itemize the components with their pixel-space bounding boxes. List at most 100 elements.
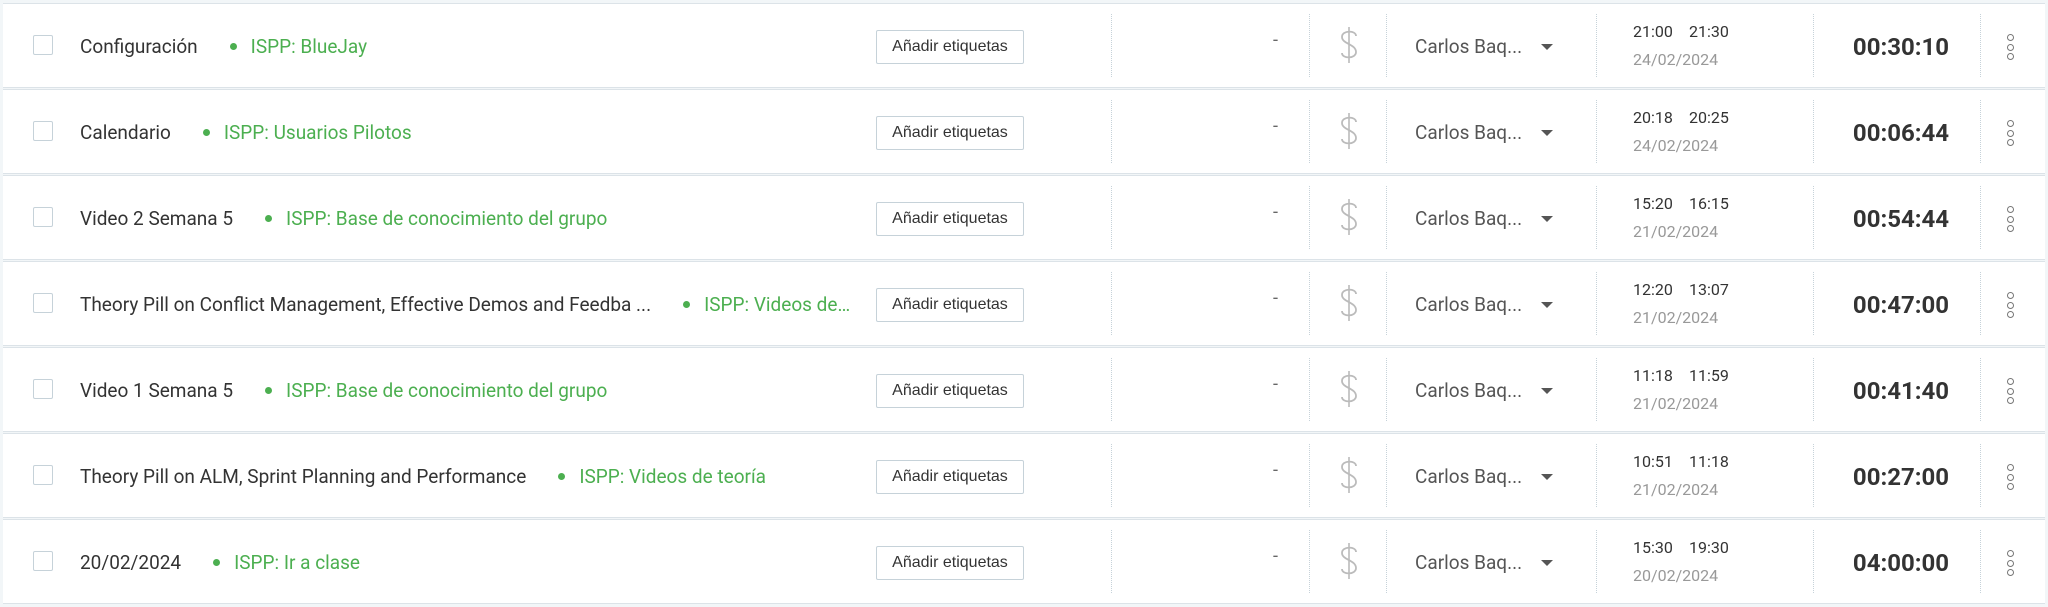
project-label[interactable]: ISPP: BlueJay: [229, 35, 368, 58]
duration[interactable]: 00:47:00: [1851, 262, 1951, 347]
duration[interactable]: 00:41:40: [1851, 348, 1951, 433]
more-options-icon[interactable]: [2003, 203, 2017, 235]
user-dropdown[interactable]: Carlos Baq...: [1415, 520, 1554, 605]
add-tags-button[interactable]: Añadir etiquetas: [876, 374, 1024, 408]
select-checkbox[interactable]: [33, 207, 53, 227]
duration[interactable]: 00:27:00: [1851, 434, 1951, 519]
divider: [1980, 272, 1981, 335]
duration[interactable]: 00:54:44: [1851, 176, 1951, 261]
project-label[interactable]: ISPP: Usuarios Pilotos: [202, 121, 412, 144]
entry-description[interactable]: Calendario: [80, 121, 171, 144]
entry-description[interactable]: Theory Pill on ALM, Sprint Planning and …: [80, 465, 526, 488]
add-tags-button[interactable]: Añadir etiquetas: [876, 546, 1024, 580]
add-tags-button[interactable]: Añadir etiquetas: [876, 116, 1024, 150]
divider: [1111, 444, 1112, 507]
more-options-icon[interactable]: [2003, 289, 2017, 321]
user-dropdown[interactable]: Carlos Baq...: [1415, 348, 1554, 433]
start-time[interactable]: 15:30: [1633, 538, 1673, 557]
end-time[interactable]: 13:07: [1689, 280, 1729, 299]
project-name: ISPP: Ir a clase: [234, 551, 360, 574]
select-checkbox[interactable]: [33, 35, 53, 55]
entry-date[interactable]: 24/02/2024: [1633, 50, 1718, 69]
project-label[interactable]: ISPP: Base de conocimiento del grupo: [265, 379, 607, 402]
project-label[interactable]: ISPP: Videos de ...: [683, 293, 852, 316]
divider: [1111, 530, 1112, 593]
dollar-icon[interactable]: [1336, 111, 1362, 151]
start-time[interactable]: 12:20: [1633, 280, 1673, 299]
dollar-icon[interactable]: [1336, 25, 1362, 65]
more-options-icon[interactable]: [2003, 117, 2017, 149]
user-dropdown[interactable]: Carlos Baq...: [1415, 262, 1554, 347]
project-color-dot: [202, 129, 210, 136]
entry-description[interactable]: Theory Pill on Conflict Management, Effe…: [80, 293, 651, 316]
start-time[interactable]: 10:51: [1633, 452, 1673, 471]
user-name: Carlos Baq...: [1415, 551, 1523, 574]
entry-date[interactable]: 21/02/2024: [1633, 394, 1718, 413]
divider: [1980, 530, 1981, 593]
entry-date[interactable]: 21/02/2024: [1633, 222, 1718, 241]
start-time[interactable]: 20:18: [1633, 108, 1673, 127]
more-options-icon[interactable]: [2003, 375, 2017, 407]
add-tags-button[interactable]: Añadir etiquetas: [876, 202, 1024, 236]
start-time[interactable]: 15:20: [1633, 194, 1673, 213]
user-dropdown[interactable]: Carlos Baq...: [1415, 176, 1554, 261]
entry-description[interactable]: Configuración: [80, 35, 198, 58]
chevron-down-icon: [1541, 43, 1554, 50]
end-time[interactable]: 19:30: [1689, 538, 1729, 557]
tags-value: -: [1273, 30, 1278, 51]
select-checkbox[interactable]: [33, 121, 53, 141]
divider: [1111, 186, 1112, 249]
project-name: ISPP: BlueJay: [250, 35, 368, 58]
entry-date[interactable]: 20/02/2024: [1633, 566, 1718, 585]
start-time[interactable]: 21:00: [1633, 22, 1673, 41]
duration[interactable]: 04:00:00: [1851, 520, 1951, 605]
end-time[interactable]: 20:25: [1689, 108, 1729, 127]
add-tags-button[interactable]: Añadir etiquetas: [876, 30, 1024, 64]
select-checkbox[interactable]: [33, 551, 53, 571]
divider: [1309, 186, 1310, 249]
divider: [1309, 14, 1310, 77]
entry-description[interactable]: Video 2 Semana 5: [80, 207, 233, 230]
add-tags-button[interactable]: Añadir etiquetas: [876, 460, 1024, 494]
end-time[interactable]: 11:59: [1689, 366, 1729, 385]
divider: [1980, 358, 1981, 421]
entry-date[interactable]: 21/02/2024: [1633, 480, 1718, 499]
start-time[interactable]: 11:18: [1633, 366, 1673, 385]
project-label[interactable]: ISPP: Base de conocimiento del grupo: [265, 207, 607, 230]
divider: [1111, 358, 1112, 421]
user-dropdown[interactable]: Carlos Baq...: [1415, 90, 1554, 175]
chevron-down-icon: [1541, 215, 1554, 222]
more-options-icon[interactable]: [2003, 31, 2017, 63]
dollar-icon[interactable]: [1336, 455, 1362, 495]
chevron-down-icon: [1541, 559, 1554, 566]
duration[interactable]: 00:30:10: [1851, 4, 1951, 89]
select-checkbox[interactable]: [33, 293, 53, 313]
duration[interactable]: 00:06:44: [1851, 90, 1951, 175]
entry-date[interactable]: 21/02/2024: [1633, 308, 1718, 327]
entry-description[interactable]: 20/02/2024: [80, 551, 181, 574]
select-checkbox[interactable]: [33, 379, 53, 399]
dollar-icon[interactable]: [1336, 541, 1362, 581]
add-tags-button[interactable]: Añadir etiquetas: [876, 288, 1024, 322]
end-time[interactable]: 16:15: [1689, 194, 1729, 213]
project-color-dot: [213, 559, 221, 566]
end-time[interactable]: 21:30: [1689, 22, 1729, 41]
chevron-down-icon: [1541, 387, 1554, 394]
dollar-icon[interactable]: [1336, 369, 1362, 409]
more-options-icon[interactable]: [2003, 461, 2017, 493]
end-time[interactable]: 11:18: [1689, 452, 1729, 471]
divider: [1813, 358, 1814, 421]
dollar-icon[interactable]: [1336, 283, 1362, 323]
select-checkbox[interactable]: [33, 465, 53, 485]
dollar-icon[interactable]: [1336, 197, 1362, 237]
chevron-down-icon: [1541, 301, 1554, 308]
user-dropdown[interactable]: Carlos Baq...: [1415, 434, 1554, 519]
user-dropdown[interactable]: Carlos Baq...: [1415, 4, 1554, 89]
project-label[interactable]: ISPP: Ir a clase: [213, 551, 360, 574]
entry-date[interactable]: 24/02/2024: [1633, 136, 1718, 155]
project-color-dot: [558, 473, 566, 480]
more-options-icon[interactable]: [2003, 547, 2017, 579]
entry-description[interactable]: Video 1 Semana 5: [80, 379, 233, 402]
tags-value: -: [1273, 374, 1278, 395]
project-label[interactable]: ISPP: Videos de teoría: [558, 465, 766, 488]
